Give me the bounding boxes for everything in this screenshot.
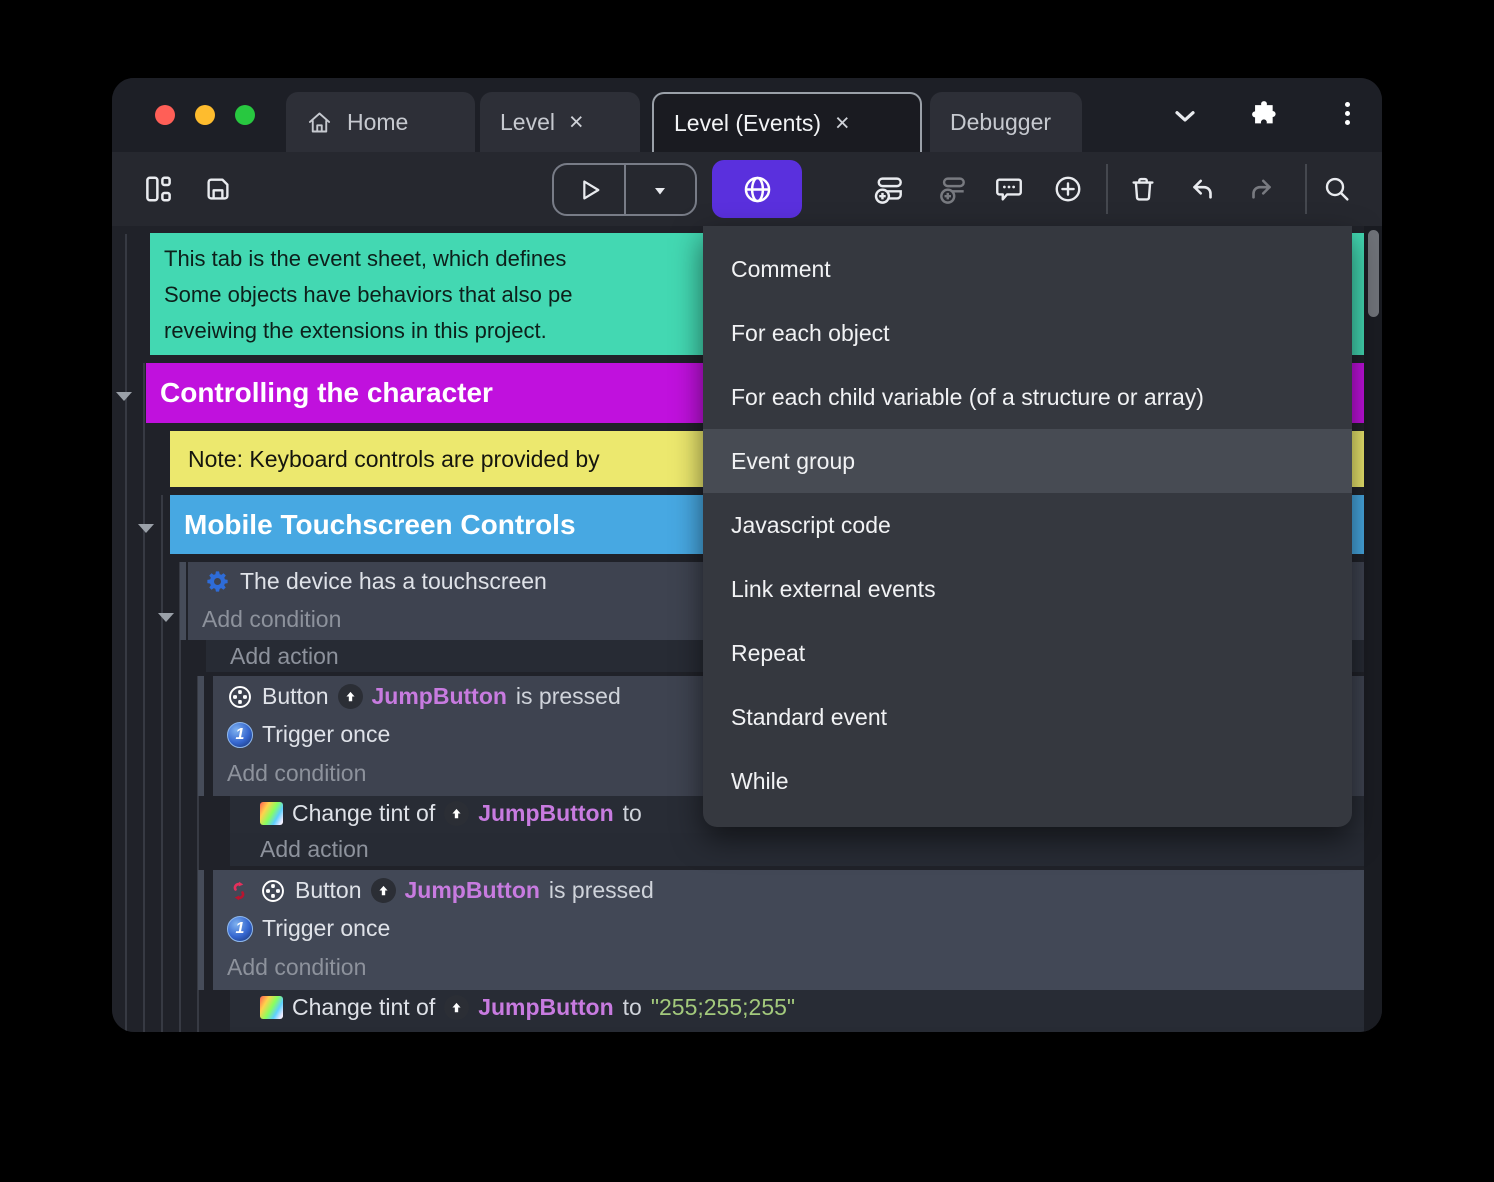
add-action-link[interactable]: Add action — [230, 1027, 1382, 1032]
tab-label: Debugger — [950, 109, 1051, 136]
event-margin-bar — [198, 676, 204, 796]
app-window: Home Level × Level (Events) × Debugger — [112, 78, 1382, 1032]
inverted-condition-red-arrows-icon — [227, 879, 251, 903]
add-comment-icon[interactable] — [994, 174, 1024, 204]
add-condition-link[interactable]: Add condition — [213, 954, 1378, 981]
save-icon[interactable] — [203, 174, 233, 204]
minimize-window-button[interactable] — [195, 105, 215, 125]
remote-preview-globe-button[interactable] — [712, 160, 802, 218]
event-margin-bar — [198, 870, 204, 990]
event3-actions-area: Add action — [230, 1027, 1364, 1032]
home-icon — [306, 109, 333, 136]
redo-icon[interactable] — [1247, 174, 1277, 204]
trigger-once-icon: 1 — [227, 722, 253, 748]
menu-item-while[interactable]: While — [703, 749, 1352, 813]
instance-up-arrow-icon — [444, 801, 469, 826]
tint-color-icon — [260, 996, 283, 1019]
search-icon[interactable] — [1322, 174, 1352, 204]
menu-item-repeat[interactable]: Repeat — [703, 621, 1352, 685]
scrollbar-thumb[interactable] — [1368, 230, 1379, 317]
toolbar-divider — [1106, 164, 1108, 214]
main-menu-kebab-icon[interactable] — [1337, 98, 1357, 129]
collapse-group2-arrow[interactable] — [138, 524, 154, 533]
condition-row-button-pressed-inverted[interactable]: Button JumpButton is pressed — [213, 877, 1378, 904]
trigger-once-icon: 1 — [227, 916, 253, 942]
zoom-window-button[interactable] — [235, 105, 255, 125]
tab-label: Level (Events) — [674, 110, 821, 137]
delete-trash-icon[interactable] — [1128, 174, 1158, 204]
collapse-event1-arrow[interactable] — [158, 613, 174, 622]
menu-item-event-group[interactable]: Event group — [703, 429, 1352, 493]
condition-text: The device has a touchscreen — [240, 568, 547, 595]
add-event-icon[interactable] — [873, 174, 903, 204]
undo-icon[interactable] — [1187, 174, 1217, 204]
collapse-group1-arrow[interactable] — [116, 392, 132, 401]
event2-actions-area: Add action — [230, 833, 1364, 866]
menu-item-comment[interactable]: Comment — [703, 237, 1352, 301]
group-title: Controlling the character — [160, 377, 493, 409]
tab-debugger[interactable]: Debugger — [930, 92, 1082, 152]
tab-label: Home — [347, 109, 408, 136]
group-title: Mobile Touchscreen Controls — [184, 509, 576, 541]
tab-home[interactable]: Home — [286, 92, 475, 152]
add-event-dropdown-menu: Comment For each object For each child v… — [703, 226, 1352, 827]
add-subevent-icon[interactable] — [936, 174, 966, 204]
tint-color-icon — [260, 802, 283, 825]
condition-row-trigger-once[interactable]: 1 Trigger once — [213, 915, 1378, 942]
menu-item-for-each-child-variable[interactable]: For each child variable (of a structure … — [703, 365, 1352, 429]
menu-item-javascript-code[interactable]: Javascript code — [703, 493, 1352, 557]
toolbar — [112, 152, 1382, 226]
note-text: Note: Keyboard controls are provided by — [188, 446, 600, 473]
event-margin-bar — [180, 562, 186, 640]
menu-item-for-each-object[interactable]: For each object — [703, 301, 1352, 365]
close-tab-icon[interactable]: × — [835, 111, 850, 136]
tab-level[interactable]: Level × — [480, 92, 640, 152]
instance-up-arrow-icon — [371, 878, 396, 903]
addons-puzzle-icon[interactable] — [1248, 100, 1280, 137]
add-action-link[interactable]: Add action — [230, 833, 1382, 866]
button-object-icon — [227, 684, 253, 710]
menu-item-standard-event[interactable]: Standard event — [703, 685, 1352, 749]
play-preview-button[interactable] — [554, 165, 624, 214]
instance-up-arrow-icon — [444, 995, 469, 1020]
preview-options-caret-icon[interactable] — [626, 165, 696, 214]
tree-guide-line — [125, 234, 127, 1032]
add-plus-circle-icon[interactable] — [1053, 174, 1083, 204]
menu-item-link-external-events[interactable]: Link external events — [703, 557, 1352, 621]
titlebar: Home Level × Level (Events) × Debugger — [112, 78, 1382, 152]
tab-list-chevron-down-icon[interactable] — [1169, 100, 1201, 137]
globe-icon — [741, 173, 774, 206]
scrollbar-track[interactable] — [1364, 226, 1382, 1032]
tab-label: Level — [500, 109, 555, 136]
event3-condition-block[interactable]: Button JumpButton is pressed 1 Trigger o… — [213, 870, 1364, 990]
tab-level-events[interactable]: Level (Events) × — [652, 92, 922, 152]
preview-button-group — [552, 163, 697, 216]
button-object-icon — [260, 878, 286, 904]
toolbar-divider — [1305, 164, 1307, 214]
layout-panels-icon[interactable] — [143, 174, 173, 204]
event3-action-row-tint[interactable]: Change tint of JumpButton to "255;255;25… — [230, 990, 1364, 1027]
system-gear-icon — [204, 568, 231, 595]
tree-guide-line — [143, 363, 145, 1032]
instance-up-arrow-icon — [338, 684, 363, 709]
close-tab-icon[interactable]: × — [569, 110, 584, 135]
close-window-button[interactable] — [155, 105, 175, 125]
tree-guide-line — [161, 495, 163, 1032]
